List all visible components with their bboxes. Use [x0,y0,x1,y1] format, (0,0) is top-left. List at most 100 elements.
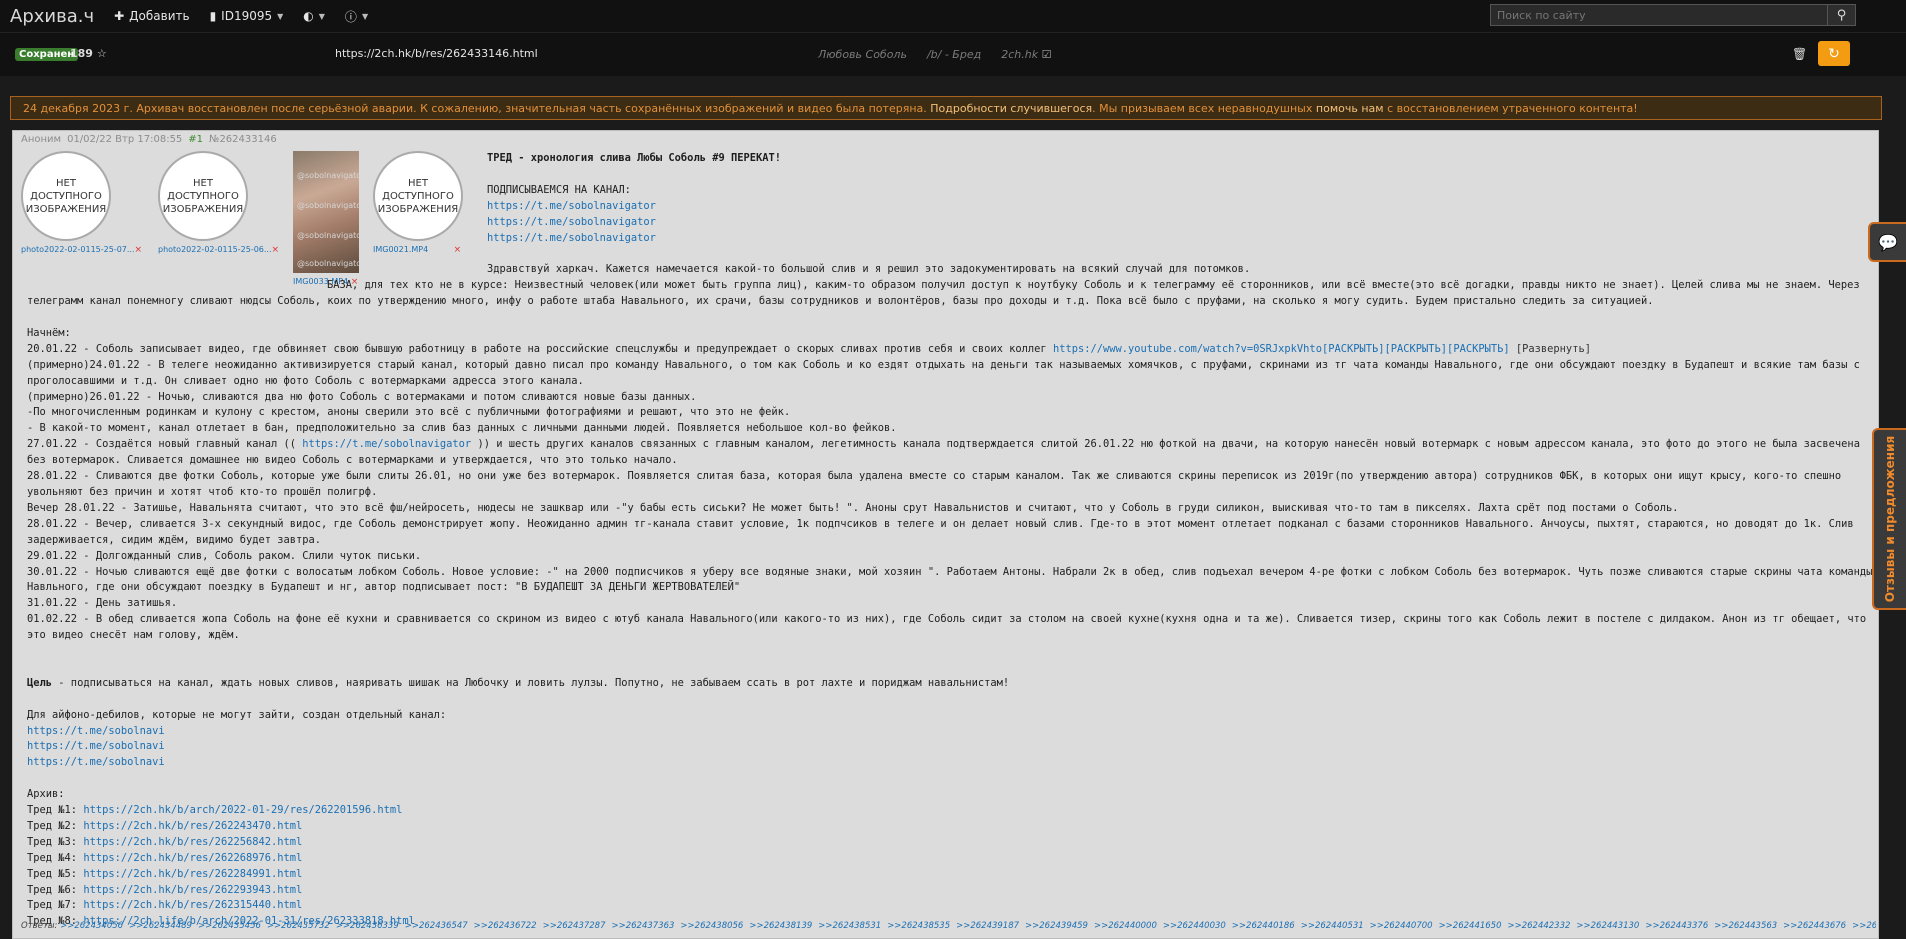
expand-link[interactable]: [Развернуть] [1516,343,1591,355]
timeline-line: (примерно)26.01.22 - Ночью, сливаются дв… [27,390,697,403]
reply-link[interactable]: >>262437287 [543,921,606,931]
reply-link[interactable]: >>262442332 [1507,921,1570,931]
reply-link[interactable]: >>262441650 [1439,921,1502,931]
saved-count[interactable]: 189 ☆ [70,47,107,60]
chevron-down-icon: ▼ [318,11,325,21]
reply-link[interactable]: >>262440030 [1163,921,1226,931]
reply-link[interactable]: >>262438531 [818,921,881,931]
reply-link[interactable]: >>262440531 [1301,921,1364,931]
add-button[interactable]: ✚ Добавить [104,9,199,23]
archive-thread-link[interactable]: https://2ch.hk/b/res/262243470.html [83,820,302,832]
alert-text-1: 24 декабря 2023 г. Архивач восстановлен … [23,102,927,115]
reply-link[interactable]: >>262443563 [1714,921,1777,931]
subscribe-heading: ПОДПИСЫВАЕМСЯ НА КАНАЛ: [487,183,631,196]
archive-thread-link[interactable]: https://2ch.hk/b/res/262268976.html [83,852,302,864]
timeline-line: 30.01.22 - Ночью сливаются ещё две фотки… [27,565,1873,594]
trash-icon[interactable]: 🗑 [1792,47,1807,61]
alert-help-link[interactable]: помочь нам [1316,102,1384,115]
reply-link[interactable]: >>262439187 [956,921,1019,931]
post-title-block: ТРЕД - хронология слива Любы Соболь #9 П… [487,151,1877,262]
reply-link[interactable]: >>262435456 [198,921,261,931]
search-input[interactable] [1490,4,1828,26]
archive-thread-link[interactable]: https://2ch.hk/b/res/262293943.html [83,884,302,896]
search-form: ⚲ [1490,4,1856,26]
reply-link[interactable]: >>262434056 [60,921,123,931]
site-logo[interactable]: Архива.ч [0,6,104,27]
tag-subject[interactable]: Любовь Соболь [818,48,907,61]
reply-link[interactable]: >>262444295 [1852,921,1876,931]
channel-link[interactable]: https://t.me/sobolnavigator [487,200,656,212]
alert-text-2: . Мы призываем всех неравнодушных [1092,102,1313,115]
archive-thread-link[interactable]: https://2ch.hk/b/res/262256842.html [83,836,302,848]
base-text: БАЗА, для тех кто не в курсе: Неизвестны… [27,279,1860,308]
archive-thread-item: Тред №7: https://2ch.hk/b/res/262315440.… [27,898,1877,914]
refresh-button[interactable]: ↻ [1818,41,1850,66]
chevron-down-icon: ▼ [277,11,284,21]
reply-link[interactable]: >>262438056 [680,921,743,931]
theme-menu[interactable]: ◐ ▼ [293,9,335,23]
thread-info-bar: Сохранен 189 ☆ https://2ch.hk/b/res/2624… [0,32,1906,76]
alert-details-link[interactable]: Подробности случившегося [930,102,1092,115]
info-menu[interactable]: ⓘ ▼ [335,8,378,25]
timeline-line: 01.02.22 - В обед сливается жопа Соболь … [27,613,1867,642]
iphone-channel-link[interactable]: https://t.me/sobolnavi [27,740,165,752]
goal-text: - подписываться на канал, ждать новых сл… [58,676,1010,689]
feedback-label: Отзывы и предложения [1883,435,1897,603]
tag-board[interactable]: /b/ - Бред [927,48,981,61]
reply-link[interactable]: >>262438139 [749,921,812,931]
archive-thread-label: Тред №6: [27,883,78,896]
user-id: ID19095 [221,9,273,23]
reply-link[interactable]: >>262436722 [474,921,537,931]
saved-badge: Сохранен [15,48,79,61]
user-icon: ▮ [209,9,217,23]
timeline-line: -По многочисленным родинкам и кулону с к… [27,406,791,419]
archive-thread-item: Тред №4: https://2ch.hk/b/res/262268976.… [27,851,1877,867]
channel-link[interactable]: https://t.me/sobolnavigator [487,232,656,244]
post-header: Аноним 01/02/22 Втр 17:08:55 #1 №2624331… [21,134,277,145]
reply-link[interactable]: >>262435732 [267,921,330,931]
reply-link[interactable]: >>262440000 [1094,921,1157,931]
iphone-channel-link[interactable]: https://t.me/sobolnavi [27,756,165,768]
reply-link[interactable]: >>262443376 [1645,921,1708,931]
plus-icon: ✚ [114,9,125,23]
add-label: Добавить [129,9,190,23]
check-icon: ☑ [1041,48,1052,61]
archive-thread-link[interactable]: https://2ch.hk/b/res/262315440.html [83,899,302,911]
reply-link[interactable]: >>262440186 [1232,921,1295,931]
reply-link[interactable]: >>262436547 [405,921,468,931]
post-date: 01/02/22 Втр 17:08:55 [67,134,183,145]
goal-label: Цель [27,676,53,689]
chat-widget-button[interactable]: 💬 [1868,222,1906,262]
tag-site[interactable]: 2ch.hk ☑ [1001,48,1051,61]
reply-link[interactable]: >>262434489 [129,921,192,931]
archive-thread-link[interactable]: https://2ch.hk/b/arch/2022-01-29/res/262… [83,804,402,816]
thread-tags: Любовь Соболь /b/ - Бред 2ch.hk ☑ [818,48,1051,61]
search-button[interactable]: ⚲ [1828,4,1856,26]
reply-link[interactable]: >>262439459 [1025,921,1088,931]
archive-thread-item: Тред №6: https://2ch.hk/b/res/262293943.… [27,883,1877,899]
tag-site-label: 2ch.hk [1001,48,1039,61]
alert-text-3: с восстановлением утраченного контента! [1387,102,1638,115]
reply-link[interactable]: >>262438535 [887,921,950,931]
reply-link[interactable]: >>262437363 [612,921,675,931]
post-number[interactable]: №262433146 [209,134,277,145]
reply-link[interactable]: >>262443130 [1576,921,1639,931]
youtube-link[interactable]: https://www.youtube.com/watch?v=0SRJxpkV… [1053,343,1510,355]
channel-link[interactable]: https://t.me/sobolnavigator [302,438,471,450]
reply-link[interactable]: >>262443676 [1783,921,1846,931]
thread-url[interactable]: https://2ch.hk/b/res/262433146.html [335,47,538,60]
replies-list: >>262434056 >>262434489 >>262435456 >>26243… [60,921,1876,931]
timeline-line: 20.01.22 - Соболь записывает видео, где … [27,342,1877,358]
op-post: Аноним 01/02/22 Втр 17:08:55 #1 №2624331… [12,130,1879,939]
archive-thread-label: Тред №1: [27,804,78,817]
feedback-tab[interactable]: Отзывы и предложения [1872,428,1906,610]
archive-thread-item: Тред №2: https://2ch.hk/b/res/262243470.… [27,819,1877,835]
reply-link[interactable]: >>262436339 [336,921,399,931]
channel-link[interactable]: https://t.me/sobolnavigator [487,216,656,228]
iphone-channel-link[interactable]: https://t.me/sobolnavi [27,725,165,737]
archive-thread-link[interactable]: https://2ch.hk/b/res/262284991.html [83,868,302,880]
timeline-line: 28.01.22 - Вечер, сливается 3-х секундны… [27,517,1854,546]
info-icon: ⓘ [344,9,357,24]
reply-link[interactable]: >>262440700 [1370,921,1433,931]
user-menu[interactable]: ▮ ID19095 ▼ [200,9,294,23]
